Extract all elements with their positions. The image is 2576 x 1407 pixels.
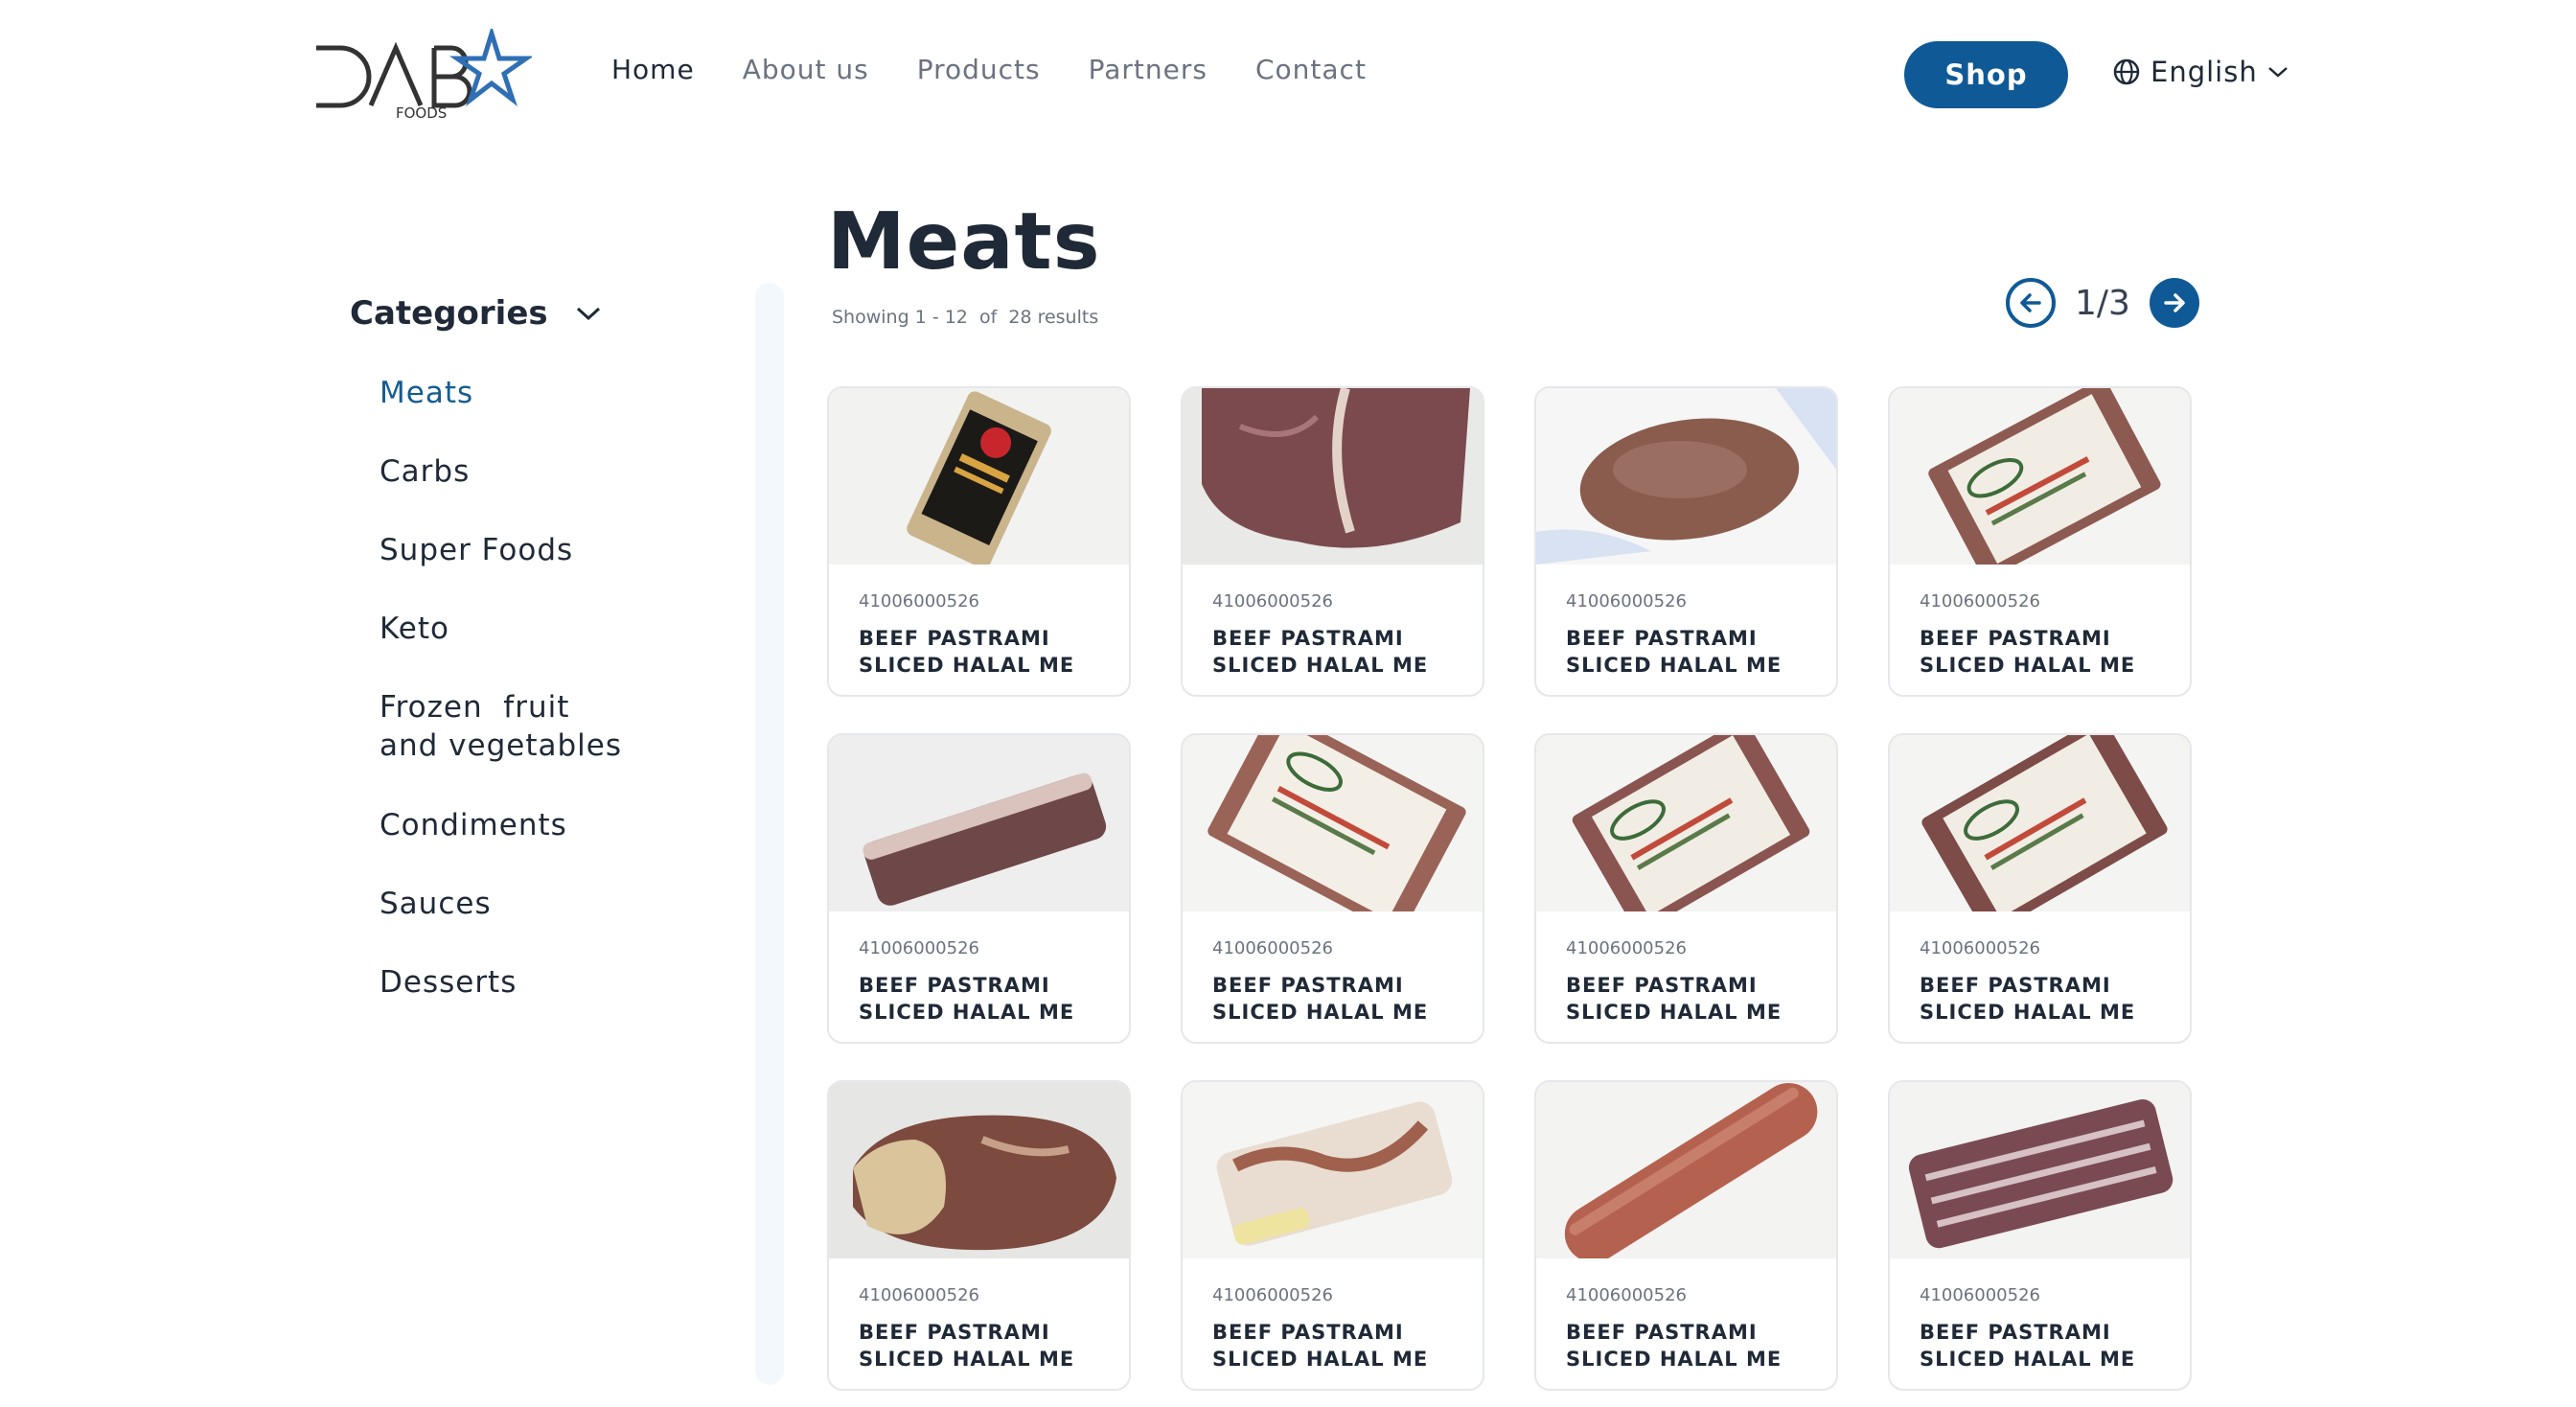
prev-page-button[interactable] [2006, 278, 2056, 328]
product-code: 41006000526 [859, 938, 979, 958]
product-code: 41006000526 [1920, 591, 2040, 611]
star-logo-icon: FOODS [316, 29, 532, 120]
nav-contact[interactable]: Contact [1255, 54, 1367, 85]
chevron-down-icon [2267, 67, 2288, 78]
main-nav: Home About us Products Partners Contact [611, 54, 1367, 85]
product-code: 41006000526 [1212, 938, 1333, 958]
globe-icon [2113, 58, 2140, 85]
product-card[interactable]: 41006000526 BEEF PASTRAMI SLICED HALAL M… [1888, 1080, 2192, 1391]
product-code: 41006000526 [859, 1285, 979, 1305]
product-image [1536, 735, 1836, 911]
product-card[interactable]: 41006000526 BEEF PASTRAMI SLICED HALAL M… [827, 733, 1131, 1044]
product-name: BEEF PASTRAMI SLICED HALAL ME [859, 1321, 1075, 1371]
product-name: BEEF PASTRAMI SLICED HALAL ME [1566, 1321, 1782, 1371]
product-name: BEEF PASTRAMI SLICED HALAL ME [1566, 974, 1782, 1024]
categories-title: Categories [350, 294, 548, 333]
product-card[interactable]: 41006000526 BEEF PASTRAMI SLICED HALAL M… [827, 386, 1131, 697]
product-card[interactable]: 41006000526 BEEF PASTRAMI SLICED HALAL M… [1534, 386, 1838, 697]
category-frozen-fruit-vegetables[interactable]: Frozen fruit and vegetables [380, 688, 622, 765]
product-card[interactable]: 41006000526 BEEF PASTRAMI SLICED HALAL M… [1888, 386, 2192, 697]
product-card[interactable]: 41006000526 BEEF PASTRAMI SLICED HALAL M… [1181, 733, 1484, 1044]
product-card[interactable]: 41006000526 BEEF PASTRAMI SLICED HALAL M… [1534, 1080, 1838, 1391]
product-image [829, 1082, 1129, 1258]
arrow-right-icon [2164, 293, 2185, 312]
category-sauces[interactable]: Sauces [380, 885, 492, 923]
product-name: BEEF PASTRAMI SLICED HALAL ME [1566, 627, 1782, 677]
logo[interactable]: FOODS [311, 29, 532, 120]
category-meats[interactable]: Meats [380, 374, 473, 412]
results-count: Showing 1 - 12 of 28 results [832, 307, 1099, 328]
product-image [829, 388, 1129, 565]
product-code: 41006000526 [1566, 1285, 1687, 1305]
product-grid: 41006000526 BEEF PASTRAMI SLICED HALAL M… [827, 386, 2192, 1391]
nav-about[interactable]: About us [743, 54, 869, 85]
language-label: English [2150, 56, 2258, 88]
category-super-foods[interactable]: Super Foods [380, 531, 573, 569]
category-keto[interactable]: Keto [380, 610, 449, 648]
page-title: Meats [827, 196, 1101, 288]
product-name: BEEF PASTRAMI SLICED HALAL ME [1212, 974, 1429, 1024]
product-name: BEEF PASTRAMI SLICED HALAL ME [1920, 627, 2136, 677]
pagination: 1/3 [2006, 278, 2199, 328]
categories-toggle[interactable]: Categories [350, 294, 602, 333]
product-code: 41006000526 [1212, 591, 1333, 611]
product-card[interactable]: 41006000526 BEEF PASTRAMI SLICED HALAL M… [827, 1080, 1131, 1391]
product-name: BEEF PASTRAMI SLICED HALAL ME [859, 974, 1075, 1024]
sidebar-scrollbar[interactable] [755, 283, 784, 1385]
product-image [1183, 735, 1483, 911]
product-image [1890, 735, 2190, 911]
product-image [1183, 388, 1483, 565]
nav-products[interactable]: Products [917, 54, 1041, 85]
product-image [1890, 1082, 2190, 1258]
product-code: 41006000526 [1920, 938, 2040, 958]
product-card[interactable]: 41006000526 BEEF PASTRAMI SLICED HALAL M… [1534, 733, 1838, 1044]
product-name: BEEF PASTRAMI SLICED HALAL ME [859, 627, 1075, 677]
product-name: BEEF PASTRAMI SLICED HALAL ME [1212, 627, 1429, 677]
product-image [1536, 388, 1836, 565]
language-selector[interactable]: English [2112, 56, 2288, 88]
product-card[interactable]: 41006000526 BEEF PASTRAMI SLICED HALAL M… [1888, 733, 2192, 1044]
product-image [1183, 1082, 1483, 1258]
page-indicator: 1/3 [2075, 283, 2130, 323]
product-card[interactable]: 41006000526 BEEF PASTRAMI SLICED HALAL M… [1181, 386, 1484, 697]
arrow-left-icon [2020, 293, 2041, 312]
product-code: 41006000526 [859, 591, 979, 611]
product-name: BEEF PASTRAMI SLICED HALAL ME [1920, 974, 2136, 1024]
product-image [829, 735, 1129, 911]
category-condiments[interactable]: Condiments [380, 806, 567, 844]
product-name: BEEF PASTRAMI SLICED HALAL ME [1920, 1321, 2136, 1371]
product-image [1536, 1082, 1836, 1258]
product-code: 41006000526 [1566, 938, 1687, 958]
product-card[interactable]: 41006000526 BEEF PASTRAMI SLICED HALAL M… [1181, 1080, 1484, 1391]
product-code: 41006000526 [1920, 1285, 2040, 1305]
category-carbs[interactable]: Carbs [380, 452, 470, 491]
logo-subtext: FOODS [396, 104, 447, 120]
product-code: 41006000526 [1566, 591, 1687, 611]
nav-partners[interactable]: Partners [1089, 54, 1208, 85]
shop-button[interactable]: Shop [1904, 41, 2068, 108]
product-code: 41006000526 [1212, 1285, 1333, 1305]
next-page-button[interactable] [2149, 278, 2199, 328]
product-name: BEEF PASTRAMI SLICED HALAL ME [1212, 1321, 1429, 1371]
nav-home[interactable]: Home [611, 54, 695, 85]
product-image [1890, 388, 2190, 565]
category-desserts[interactable]: Desserts [380, 963, 517, 1002]
chevron-down-icon [576, 307, 600, 321]
